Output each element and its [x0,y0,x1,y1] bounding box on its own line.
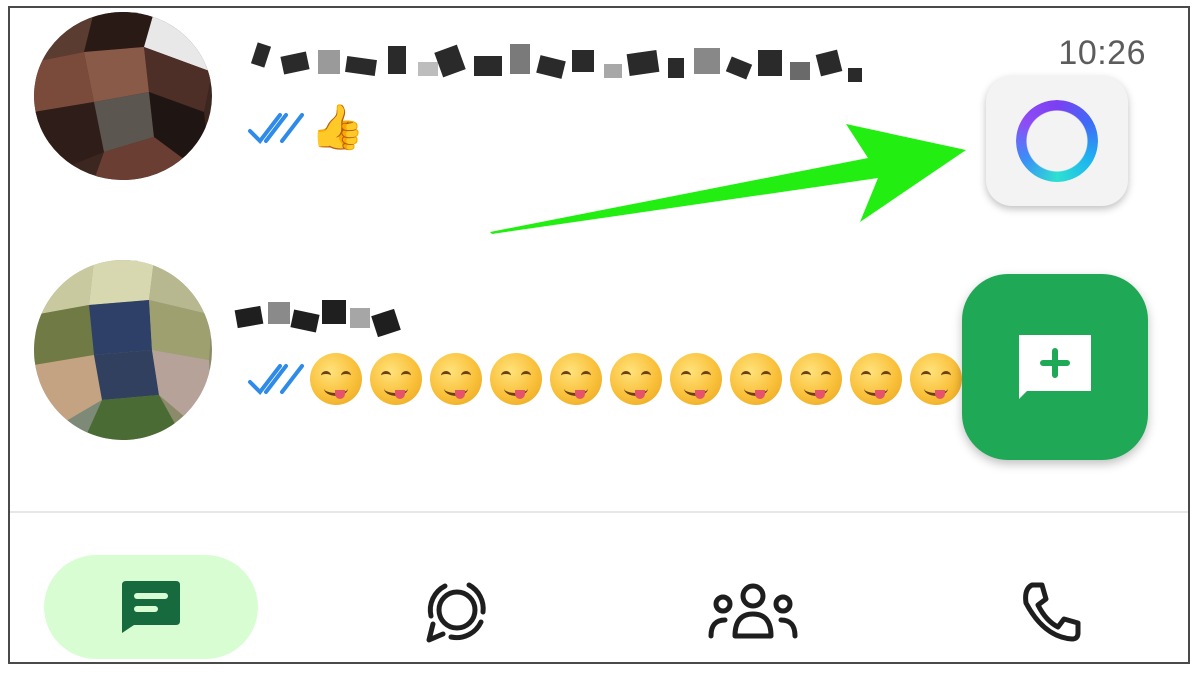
face-savoring-food-emoji [910,353,962,405]
face-savoring-food-emoji [430,353,482,405]
contact-name-redacted [238,28,878,103]
face-savoring-food-emoji [610,353,662,405]
new-chat-plus-icon [1019,335,1091,399]
face-savoring-food-emoji [490,353,542,405]
avatar[interactable] [34,12,212,180]
face-savoring-food-emoji [730,353,782,405]
nav-calls[interactable] [986,557,1116,662]
communities-icon [708,583,798,639]
nav-chats[interactable] [44,555,258,659]
thumbs-up-emoji: 👍 [310,102,365,153]
message-time: 10:26 [1058,34,1146,72]
nav-communities[interactable] [688,557,818,662]
meta-ai-ring-icon [1016,100,1098,182]
face-savoring-food-emoji [790,353,842,405]
chats-icon [122,581,180,633]
double-check-icon [248,364,304,396]
face-savoring-food-emoji [550,353,602,405]
last-message-preview [246,353,962,405]
avatar[interactable] [34,260,212,440]
emoji-row [310,353,962,405]
face-savoring-food-emoji [310,353,362,405]
face-savoring-food-emoji [670,353,722,405]
bottom-navigation [10,513,1188,662]
nav-updates[interactable] [392,557,522,662]
new-chat-button[interactable] [962,274,1148,460]
updates-status-icon [426,582,486,643]
meta-ai-button[interactable] [986,76,1128,206]
calls-phone-icon [1023,582,1081,642]
face-savoring-food-emoji [850,353,902,405]
contact-name-redacted [230,282,410,347]
face-savoring-food-emoji [370,353,422,405]
chat-list-screen: 👍 10:26 [8,6,1190,664]
double-check-icon [248,113,304,145]
last-message-preview: 👍 [246,106,365,150]
